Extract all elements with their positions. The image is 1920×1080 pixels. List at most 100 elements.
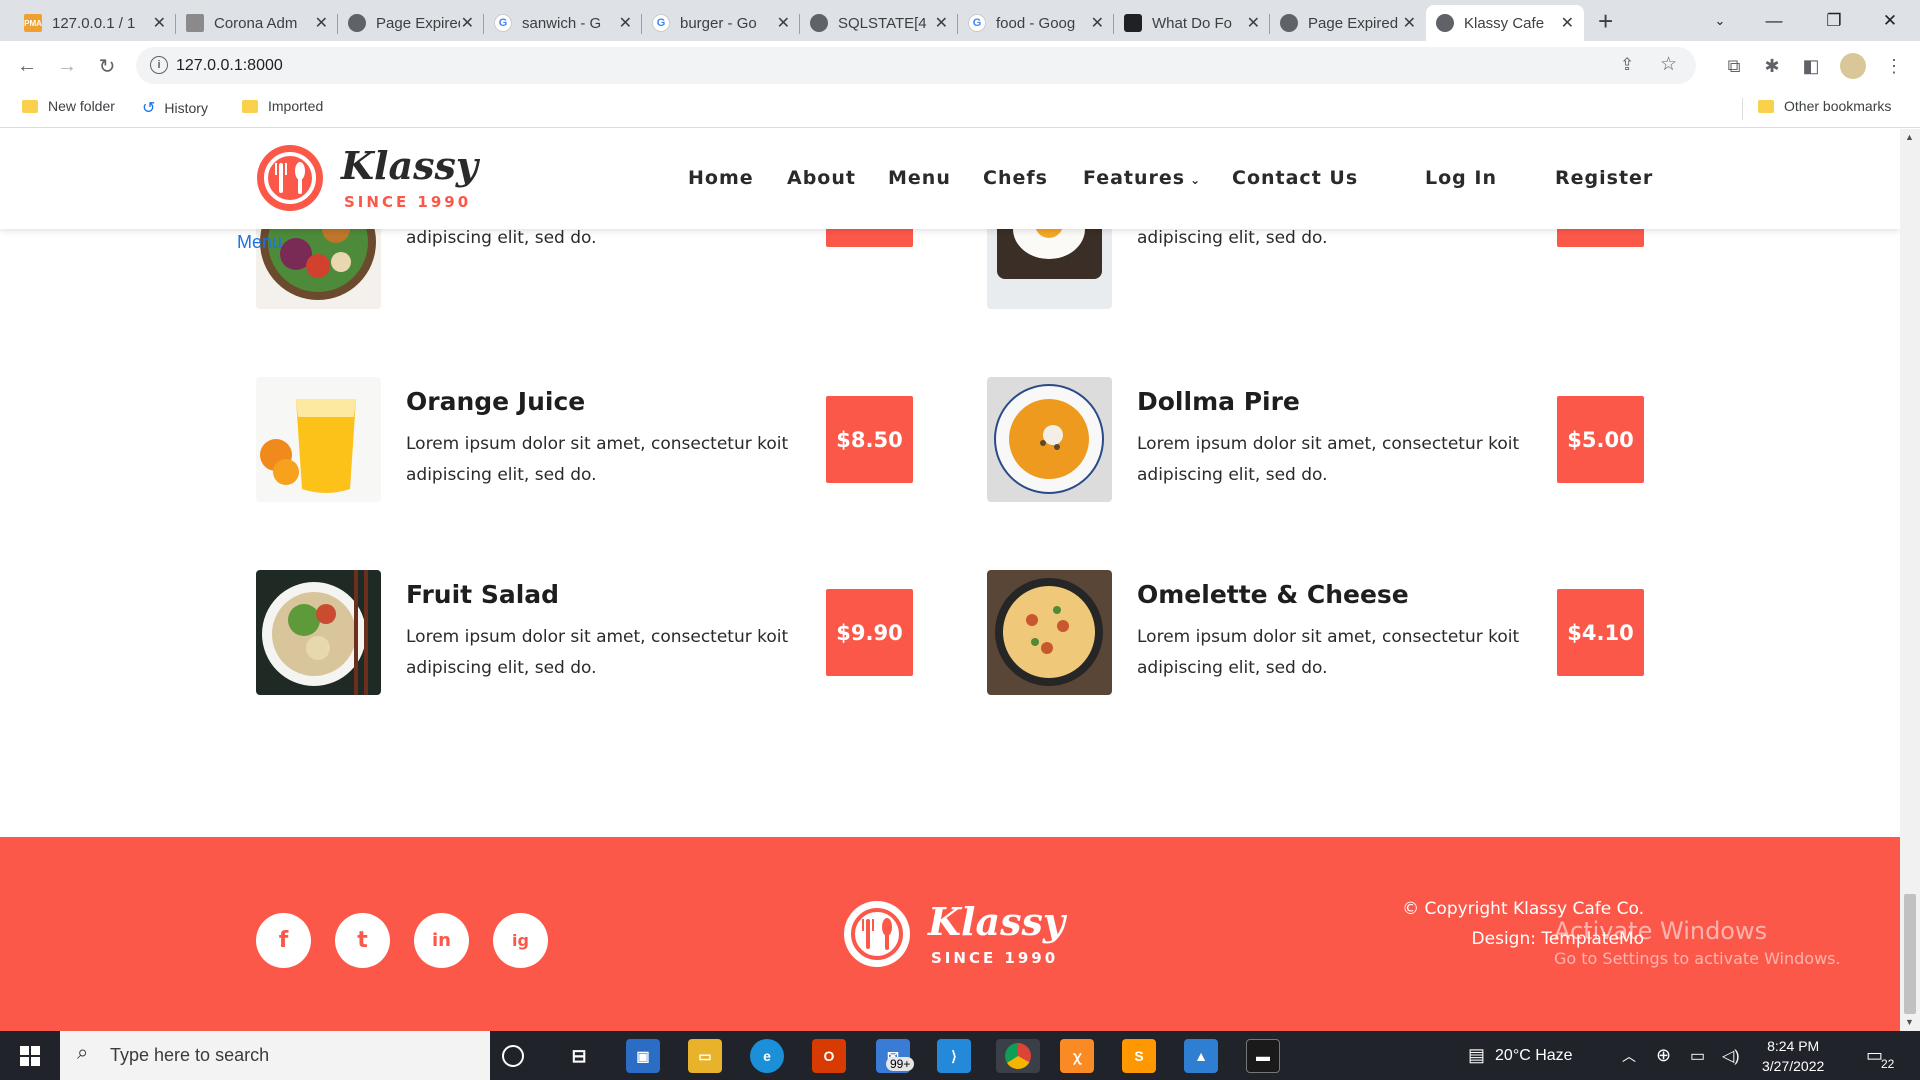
start-button[interactable] bbox=[0, 1031, 60, 1080]
back-button[interactable]: ← bbox=[11, 50, 43, 82]
browser-tab[interactable]: SQLSTATE[4 ✕ bbox=[800, 5, 958, 41]
close-tab-icon[interactable]: ✕ bbox=[1561, 13, 1574, 33]
task-view-icon[interactable]: ⊟ bbox=[562, 1039, 596, 1073]
edge-icon[interactable]: e bbox=[750, 1039, 784, 1073]
tab-search-icon[interactable]: ⌄ bbox=[1692, 0, 1748, 41]
battery-icon[interactable]: ▭ bbox=[1690, 1031, 1705, 1080]
nav-menu[interactable]: Menu bbox=[888, 167, 951, 189]
scroll-up-icon[interactable]: ▲ bbox=[1905, 132, 1914, 142]
scroll-down-icon[interactable]: ▼ bbox=[1905, 1017, 1914, 1027]
browser-tab[interactable]: G burger - Go ✕ bbox=[642, 5, 800, 41]
facebook-icon[interactable]: f bbox=[256, 913, 311, 968]
chrome-icon[interactable] bbox=[996, 1039, 1040, 1073]
close-tab-icon[interactable]: ✕ bbox=[1091, 13, 1104, 33]
nav-home[interactable]: Home bbox=[688, 167, 754, 189]
site-logo[interactable]: Klassy SINCE 1990 bbox=[255, 143, 485, 215]
close-tab-icon[interactable]: ✕ bbox=[153, 13, 166, 33]
sublime-text-icon[interactable]: S bbox=[1122, 1039, 1156, 1073]
share-icon[interactable]: ⇪ bbox=[1620, 55, 1634, 75]
google-icon: G bbox=[494, 14, 512, 32]
close-tab-icon[interactable]: ✕ bbox=[935, 13, 948, 33]
browser-tab[interactable]: Corona Adm ✕ bbox=[176, 5, 338, 41]
site-info-icon[interactable]: i bbox=[150, 56, 168, 74]
twitter-icon[interactable]: t bbox=[335, 913, 390, 968]
bookmark-other[interactable]: Other bookmarks bbox=[1758, 98, 1891, 114]
side-panel-icon[interactable]: ◧ bbox=[1799, 54, 1823, 78]
browser-tab-strip: PMA 127.0.0.1 / 1 ✕ Corona Adm ✕ Page Ex… bbox=[0, 0, 1920, 41]
profile-avatar[interactable] bbox=[1840, 53, 1866, 79]
bookmark-new-folder[interactable]: New folder bbox=[22, 98, 115, 114]
page-icon bbox=[186, 14, 204, 32]
new-tab-button[interactable]: + bbox=[1598, 6, 1613, 37]
close-tab-icon[interactable]: ✕ bbox=[461, 13, 474, 33]
close-window-button[interactable]: ✕ bbox=[1862, 0, 1918, 41]
weather-icon: ▤ bbox=[1468, 1045, 1486, 1065]
nav-register[interactable]: Register bbox=[1555, 167, 1653, 189]
menu-item: Fruit Salad Lorem ipsum dolor sit amet, … bbox=[256, 570, 956, 700]
office-icon[interactable]: O bbox=[812, 1039, 846, 1073]
item-name: Orange Juice bbox=[406, 387, 586, 416]
bookmark-history[interactable]: ↺ History bbox=[142, 98, 208, 118]
cortana-icon[interactable] bbox=[502, 1045, 524, 1067]
tab-screenshot-icon[interactable]: ⧉ bbox=[1722, 54, 1746, 78]
item-price: $9.90 bbox=[826, 589, 913, 676]
browser-tab[interactable]: G food - Goog ✕ bbox=[958, 5, 1114, 41]
nav-about[interactable]: About bbox=[787, 167, 856, 189]
close-tab-icon[interactable]: ✕ bbox=[777, 13, 790, 33]
activate-windows-subtitle: Go to Settings to activate Windows. bbox=[1554, 949, 1841, 968]
item-description: Lorem ipsum dolor sit amet, consectetur … bbox=[1137, 627, 1520, 678]
xampp-icon[interactable]: ꭓ bbox=[1060, 1039, 1094, 1073]
clock[interactable]: 8:24 PM 3/27/2022 bbox=[1762, 1031, 1824, 1080]
browser-tab[interactable]: G sanwich - G ✕ bbox=[484, 5, 642, 41]
tray-chevron-up-icon[interactable]: ︿ bbox=[1622, 1031, 1636, 1080]
activate-windows-title: Activate Windows bbox=[1554, 917, 1768, 945]
address-bar[interactable]: i 127.0.0.1:8000 ⇪ ☆ bbox=[136, 47, 1696, 84]
terminal-icon[interactable]: ▬ bbox=[1246, 1039, 1280, 1073]
restore-button[interactable]: ❐ bbox=[1806, 0, 1862, 41]
nav-chefs[interactable]: Chefs bbox=[983, 167, 1048, 189]
store-icon[interactable]: ▣ bbox=[626, 1039, 660, 1073]
taskbar-search-input[interactable]: ⌕ Type here to search bbox=[60, 1031, 490, 1080]
browser-menu-icon[interactable]: ⋮ bbox=[1882, 54, 1906, 78]
bookmark-imported[interactable]: Imported bbox=[242, 98, 323, 114]
instagram-icon[interactable]: ig bbox=[493, 913, 548, 968]
close-tab-icon[interactable]: ✕ bbox=[315, 13, 328, 33]
vscode-icon[interactable]: ⟩ bbox=[937, 1039, 971, 1073]
bookmarks-divider bbox=[1742, 98, 1743, 120]
logo-plate-icon bbox=[844, 901, 910, 967]
browser-tab-active[interactable]: Klassy Cafe ✕ bbox=[1426, 5, 1584, 41]
nav-contact-us[interactable]: Contact Us bbox=[1232, 167, 1358, 189]
browser-tab[interactable]: What Do Fo ✕ bbox=[1114, 5, 1270, 41]
site-header: Klassy SINCE 1990 Home About Menu Chefs … bbox=[0, 129, 1900, 229]
bookmark-star-icon[interactable]: ☆ bbox=[1660, 53, 1677, 76]
browser-tab[interactable]: Page Expired ✕ bbox=[338, 5, 484, 41]
item-price: $8.50 bbox=[826, 396, 913, 483]
browser-tab[interactable]: Page Expired ✕ bbox=[1270, 5, 1426, 41]
menu-link[interactable]: Menu bbox=[237, 232, 282, 253]
extensions-icon[interactable]: ✱ bbox=[1760, 54, 1784, 78]
scrollbar-thumb[interactable] bbox=[1904, 894, 1916, 1014]
weather-widget[interactable]: ▤ 20°C Haze bbox=[1468, 1031, 1573, 1080]
browser-tab[interactable]: PMA 127.0.0.1 / 1 ✕ bbox=[14, 5, 176, 41]
close-tab-icon[interactable]: ✕ bbox=[619, 13, 632, 33]
site-footer: f t in ig Klassy SINCE 1990 © Copyright … bbox=[0, 837, 1900, 1031]
notifications-icon[interactable]: ▭ bbox=[1866, 1031, 1883, 1080]
page-scrollbar[interactable]: ▲ ▼ bbox=[1900, 129, 1920, 1031]
item-name: Omelette & Cheese bbox=[1137, 580, 1409, 609]
globe-icon bbox=[348, 14, 366, 32]
network-globe-icon[interactable]: ⊕ bbox=[1656, 1031, 1671, 1080]
bookmarks-bar: New folder ↺ History Imported Other book… bbox=[0, 90, 1920, 128]
file-explorer-icon[interactable]: ▭ bbox=[688, 1039, 722, 1073]
linkedin-icon[interactable]: in bbox=[414, 913, 469, 968]
nav-features[interactable]: Features ⌄ bbox=[1083, 167, 1201, 189]
close-tab-icon[interactable]: ✕ bbox=[1403, 13, 1416, 33]
reload-button[interactable]: ↻ bbox=[91, 50, 123, 82]
volume-icon[interactable]: ◁) bbox=[1722, 1031, 1740, 1080]
url-text: 127.0.0.1:8000 bbox=[176, 56, 283, 74]
footer-logo[interactable]: Klassy SINCE 1990 bbox=[842, 899, 1072, 971]
photos-icon[interactable]: ▲ bbox=[1184, 1039, 1218, 1073]
minimize-button[interactable]: — bbox=[1746, 0, 1802, 41]
close-tab-icon[interactable]: ✕ bbox=[1247, 13, 1260, 33]
nav-log-in[interactable]: Log In bbox=[1425, 167, 1497, 189]
forward-button[interactable]: → bbox=[51, 50, 83, 82]
